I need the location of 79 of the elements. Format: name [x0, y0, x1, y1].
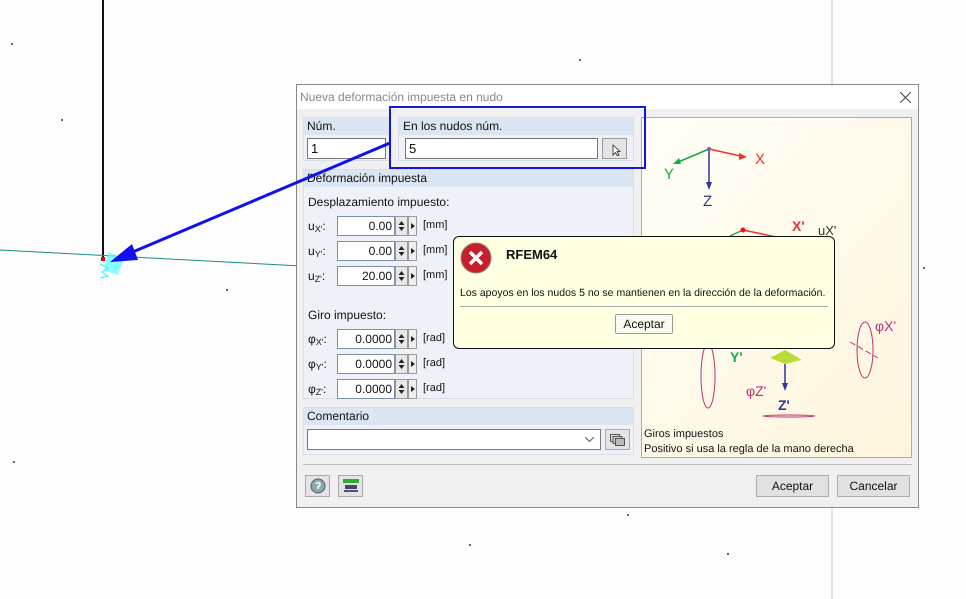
menu-button[interactable]	[408, 266, 417, 286]
menu-button[interactable]	[408, 354, 417, 374]
axis-label: Y'	[730, 349, 743, 365]
unit-label: [mm]	[423, 243, 448, 258]
caret-icon	[410, 248, 414, 254]
library-button[interactable]	[605, 429, 630, 450]
spin-button[interactable]	[395, 378, 408, 398]
dialog-button[interactable]: Aceptar	[756, 475, 829, 497]
spin-arrows-icon	[398, 382, 405, 394]
group-title: En los nudos núm.	[399, 118, 633, 135]
number-field[interactable]: 0.0000	[337, 328, 395, 348]
axis-label: φZ'	[746, 383, 766, 399]
axis-label: Z	[703, 193, 712, 210]
section-label: Giro impuesto:	[308, 307, 388, 324]
caret-icon	[410, 272, 414, 278]
number-field[interactable]: 0.00	[337, 240, 395, 260]
number-field[interactable]: 0.00	[337, 216, 395, 236]
message-text: Los apoyos en los nudos 5 no se mantienen en la dirección de la deformación.	[460, 286, 826, 300]
spin-arrows-icon	[398, 358, 405, 370]
axis-label: u$_{Y'}$:	[308, 242, 327, 260]
axis-label: X'	[792, 218, 805, 234]
caret-icon	[410, 386, 414, 392]
menu-button[interactable]	[408, 378, 417, 398]
chevron-down-icon	[585, 437, 594, 442]
axis-label: Z'	[778, 397, 790, 413]
axis-label: uX'	[818, 223, 836, 238]
message-ok-button[interactable]: Aceptar	[615, 314, 673, 334]
unit-label: [rad]	[423, 381, 446, 396]
menu-button[interactable]	[408, 240, 417, 260]
ruler-icon	[342, 478, 360, 494]
spin-arrows-icon	[398, 244, 405, 256]
number-field[interactable]: 1	[307, 138, 386, 159]
nodes-field[interactable]: 5	[405, 138, 598, 159]
number-field[interactable]: 0.0000	[337, 354, 395, 374]
dialog-button[interactable]: Cancelar	[837, 475, 910, 497]
spin-arrows-icon	[398, 220, 405, 232]
caret-icon	[410, 336, 414, 342]
axis-label: φ$_{Z'}$:	[308, 380, 328, 398]
caption-text: Positivo si usa la regla de la mano derecha	[643, 442, 855, 457]
axis-label: u$_{Z'}$:	[308, 268, 326, 284]
section-label: Desplazamiento impuesto:	[308, 194, 450, 211]
menu-button[interactable]	[408, 216, 417, 236]
unit-label: [mm]	[423, 268, 448, 284]
message-title: RFEM64	[506, 246, 558, 264]
unit-label: [mm]	[423, 218, 448, 234]
caret-icon	[410, 360, 414, 366]
caption-title: Giros impuestos	[643, 427, 724, 442]
spin-arrows-icon	[398, 270, 405, 282]
caret-icon	[410, 222, 414, 228]
error-icon	[460, 242, 492, 274]
unit-label: [rad]	[423, 331, 446, 346]
unit-label: [rad]	[423, 356, 446, 372]
spin-button[interactable]	[395, 240, 408, 260]
windows-stack-icon	[610, 434, 625, 446]
spin-arrows-icon	[398, 332, 405, 344]
spin-button[interactable]	[395, 266, 408, 286]
axis-label: X	[755, 151, 766, 168]
group-title: Deformación impuesta	[304, 170, 633, 187]
window-title: Nueva deformación impuesta en nudo	[300, 89, 504, 106]
axis-label: φ$_{Y'}$:	[308, 356, 328, 372]
help-button[interactable]	[305, 475, 330, 497]
group-title: Comentario	[304, 408, 633, 425]
support-drawing	[770, 350, 802, 391]
pick-button[interactable]	[602, 138, 627, 159]
spin-button[interactable]	[395, 354, 408, 374]
units-button[interactable]	[338, 475, 363, 497]
spin-button[interactable]	[395, 216, 408, 236]
help-icon	[310, 478, 326, 494]
close-icon[interactable]	[900, 92, 911, 102]
group-title: Núm.	[304, 118, 389, 135]
menu-button[interactable]	[408, 328, 417, 348]
number-field[interactable]: 20.00	[337, 266, 395, 286]
number-field[interactable]: 0.0000	[337, 378, 395, 398]
axis-label: φX'	[875, 318, 896, 334]
spin-button[interactable]	[395, 328, 408, 348]
axis-label: u$_{X'}$:	[308, 218, 327, 234]
comment-dropdown[interactable]	[307, 429, 601, 450]
axis-label: φ$_{X'}$:	[308, 330, 328, 348]
axis-label: Y	[664, 166, 674, 183]
